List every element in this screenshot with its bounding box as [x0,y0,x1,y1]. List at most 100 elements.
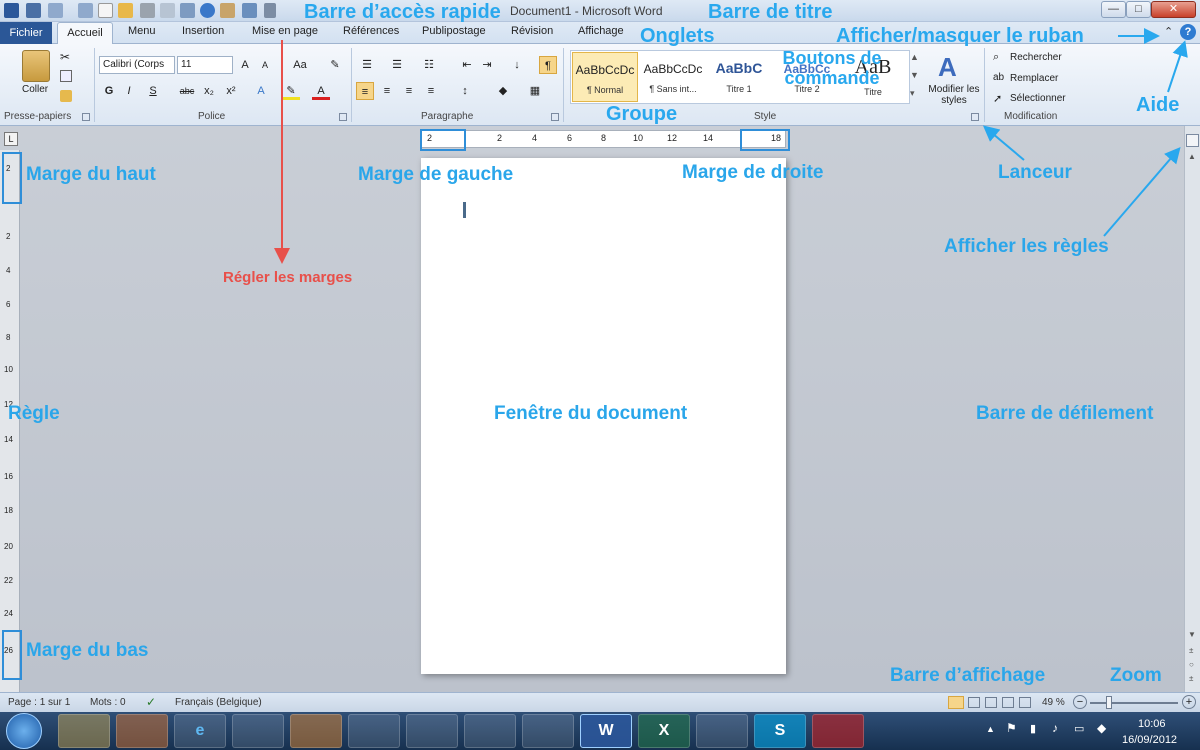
customize-qat-icon[interactable] [264,3,276,18]
maximize-button[interactable]: □ [1126,1,1151,18]
paste-icon[interactable] [22,50,50,82]
styles-scroll-down-icon[interactable]: ▼ [910,70,919,80]
shrink-font-icon[interactable]: A [256,56,274,74]
draft-icon[interactable] [1019,697,1031,708]
find-button[interactable]: Rechercher [1010,52,1062,63]
close-button[interactable]: ✕ [1151,1,1196,18]
scroll-up-icon[interactable]: ▲ [1188,152,1196,161]
media-player-taskbar-icon[interactable] [290,714,342,748]
network-icon[interactable]: ▮ [1030,722,1036,735]
paragraph-launcher-icon[interactable] [551,113,559,121]
styles-scroll-up-icon[interactable]: ▲ [910,52,919,62]
change-case-icon[interactable]: Aa [288,56,312,74]
new-document-icon[interactable] [98,3,113,18]
strikethrough-icon[interactable]: abc [176,82,198,100]
save-icon[interactable] [26,3,41,18]
grow-font-icon[interactable]: A [236,56,254,74]
align-left-icon[interactable]: ≡ [356,82,374,100]
clock-time[interactable]: 10:06 [1138,718,1166,730]
tab-affichage[interactable]: Affichage [578,25,624,37]
outline-icon[interactable] [1002,697,1014,708]
print-layout-icon[interactable] [948,696,964,709]
help-qat-icon[interactable] [200,3,215,18]
style-sans-interligne[interactable]: AaBbCcDc ¶ Sans int... [640,52,706,102]
tab-accueil[interactable]: Accueil [57,22,113,45]
clipboard-launcher-icon[interactable] [82,113,90,121]
align-right-icon[interactable]: ≡ [400,82,418,100]
tab-insertion[interactable]: Insertion [182,25,224,37]
word-taskbar-icon[interactable]: W [580,714,632,748]
vertical-scrollbar[interactable]: ▲ ▼ ± ○ ± [1184,126,1200,692]
font-color-icon[interactable]: A [312,82,330,100]
zoom-slider[interactable] [1090,702,1178,704]
decrease-indent-icon[interactable]: ⇤ [458,56,476,74]
acrobat-taskbar-icon[interactable] [812,714,864,748]
excel-taskbar-icon[interactable]: X [638,714,690,748]
style-normal[interactable]: AaBbCcDc ¶ Normal [572,52,638,102]
view-ruler-icon[interactable] [1186,134,1199,147]
show-formatting-icon[interactable]: ¶ [539,56,557,74]
clock-date[interactable]: 16/09/2012 [1122,734,1177,746]
tab-references[interactable]: Références [343,25,399,37]
scroll-down-icon[interactable]: ▼ [1188,630,1196,639]
cut-icon[interactable]: ✂ [60,50,70,64]
change-styles-button[interactable]: Modifier les styles [928,84,980,106]
align-center-icon[interactable]: ≡ [378,82,396,100]
style-titre-1[interactable]: AaBbC Titre 1 [706,52,772,102]
shading-icon[interactable]: ◆ [494,82,512,100]
underline-icon[interactable]: S [144,82,162,100]
proofing-icon[interactable]: ✓ [146,695,156,709]
word-count[interactable]: Mots : 0 [90,697,126,708]
styles-launcher-icon[interactable] [971,113,979,121]
bullets-icon[interactable]: ☰ [358,56,376,74]
print-icon[interactable] [140,3,155,18]
start-button[interactable] [6,713,42,749]
horizontal-ruler[interactable]: 2 2 4 6 8 10 12 14 18 [420,130,786,148]
copy-icon[interactable] [60,70,72,82]
change-styles-icon[interactable]: A [938,52,957,83]
styles-more-icon[interactable]: ▾ [910,88,915,99]
undo-icon[interactable] [48,3,63,18]
format-painter-icon[interactable] [60,90,72,102]
borders-icon[interactable]: ▦ [526,82,544,100]
battery-icon[interactable]: ▭ [1074,722,1084,735]
previous-page-icon[interactable]: ± [1189,646,1193,655]
increase-indent-icon[interactable]: ⇥ [478,56,496,74]
tab-menu[interactable]: Menu [128,25,156,37]
paint-taskbar-icon[interactable] [406,714,458,748]
multilevel-list-icon[interactable]: ☷ [420,56,438,74]
web-layout-icon[interactable] [985,697,997,708]
minimize-ribbon-icon[interactable]: ⌃ [1164,25,1173,38]
thunderbird-taskbar-icon[interactable] [696,714,748,748]
notes-taskbar-icon[interactable] [464,714,516,748]
help-icon[interactable]: ? [1180,24,1196,40]
show-hidden-icons-icon[interactable]: ▲ [986,724,995,734]
internet-explorer-taskbar-icon[interactable]: e [174,714,226,748]
spelling-icon[interactable] [180,3,195,18]
outlook-taskbar-icon[interactable] [232,714,284,748]
explorer-taskbar-icon[interactable] [58,714,110,748]
print-preview-icon[interactable] [160,3,175,18]
zoom-out-icon[interactable]: − [1073,695,1087,709]
firefox-taskbar-icon[interactable] [116,714,168,748]
table-icon[interactable] [242,3,257,18]
font-launcher-icon[interactable] [339,113,347,121]
action-center-flag-icon[interactable]: ⚑ [1006,721,1017,735]
tab-revision[interactable]: Révision [511,25,553,37]
next-page-icon[interactable]: ± [1189,674,1193,683]
superscript-icon[interactable]: x² [222,82,240,100]
replace-button[interactable]: Remplacer [1010,73,1058,84]
tab-publipostage[interactable]: Publipostage [422,25,486,37]
gimp-taskbar-icon[interactable] [522,714,574,748]
redo-icon[interactable] [78,3,93,18]
language[interactable]: Français (Belgique) [175,697,262,708]
browse-object-icon[interactable]: ○ [1189,660,1194,669]
zoom-in-icon[interactable]: + [1182,695,1196,709]
line-spacing-icon[interactable]: ↕ [456,82,474,100]
paste-button[interactable]: Coller [22,84,48,95]
font-name-combo[interactable]: Calibri (Corps [99,56,175,74]
picture-icon[interactable] [220,3,235,18]
select-button[interactable]: Sélectionner [1010,93,1066,104]
skype-taskbar-icon[interactable]: S [754,714,806,748]
ruler-toggle-tab-icon[interactable]: L [4,132,18,146]
